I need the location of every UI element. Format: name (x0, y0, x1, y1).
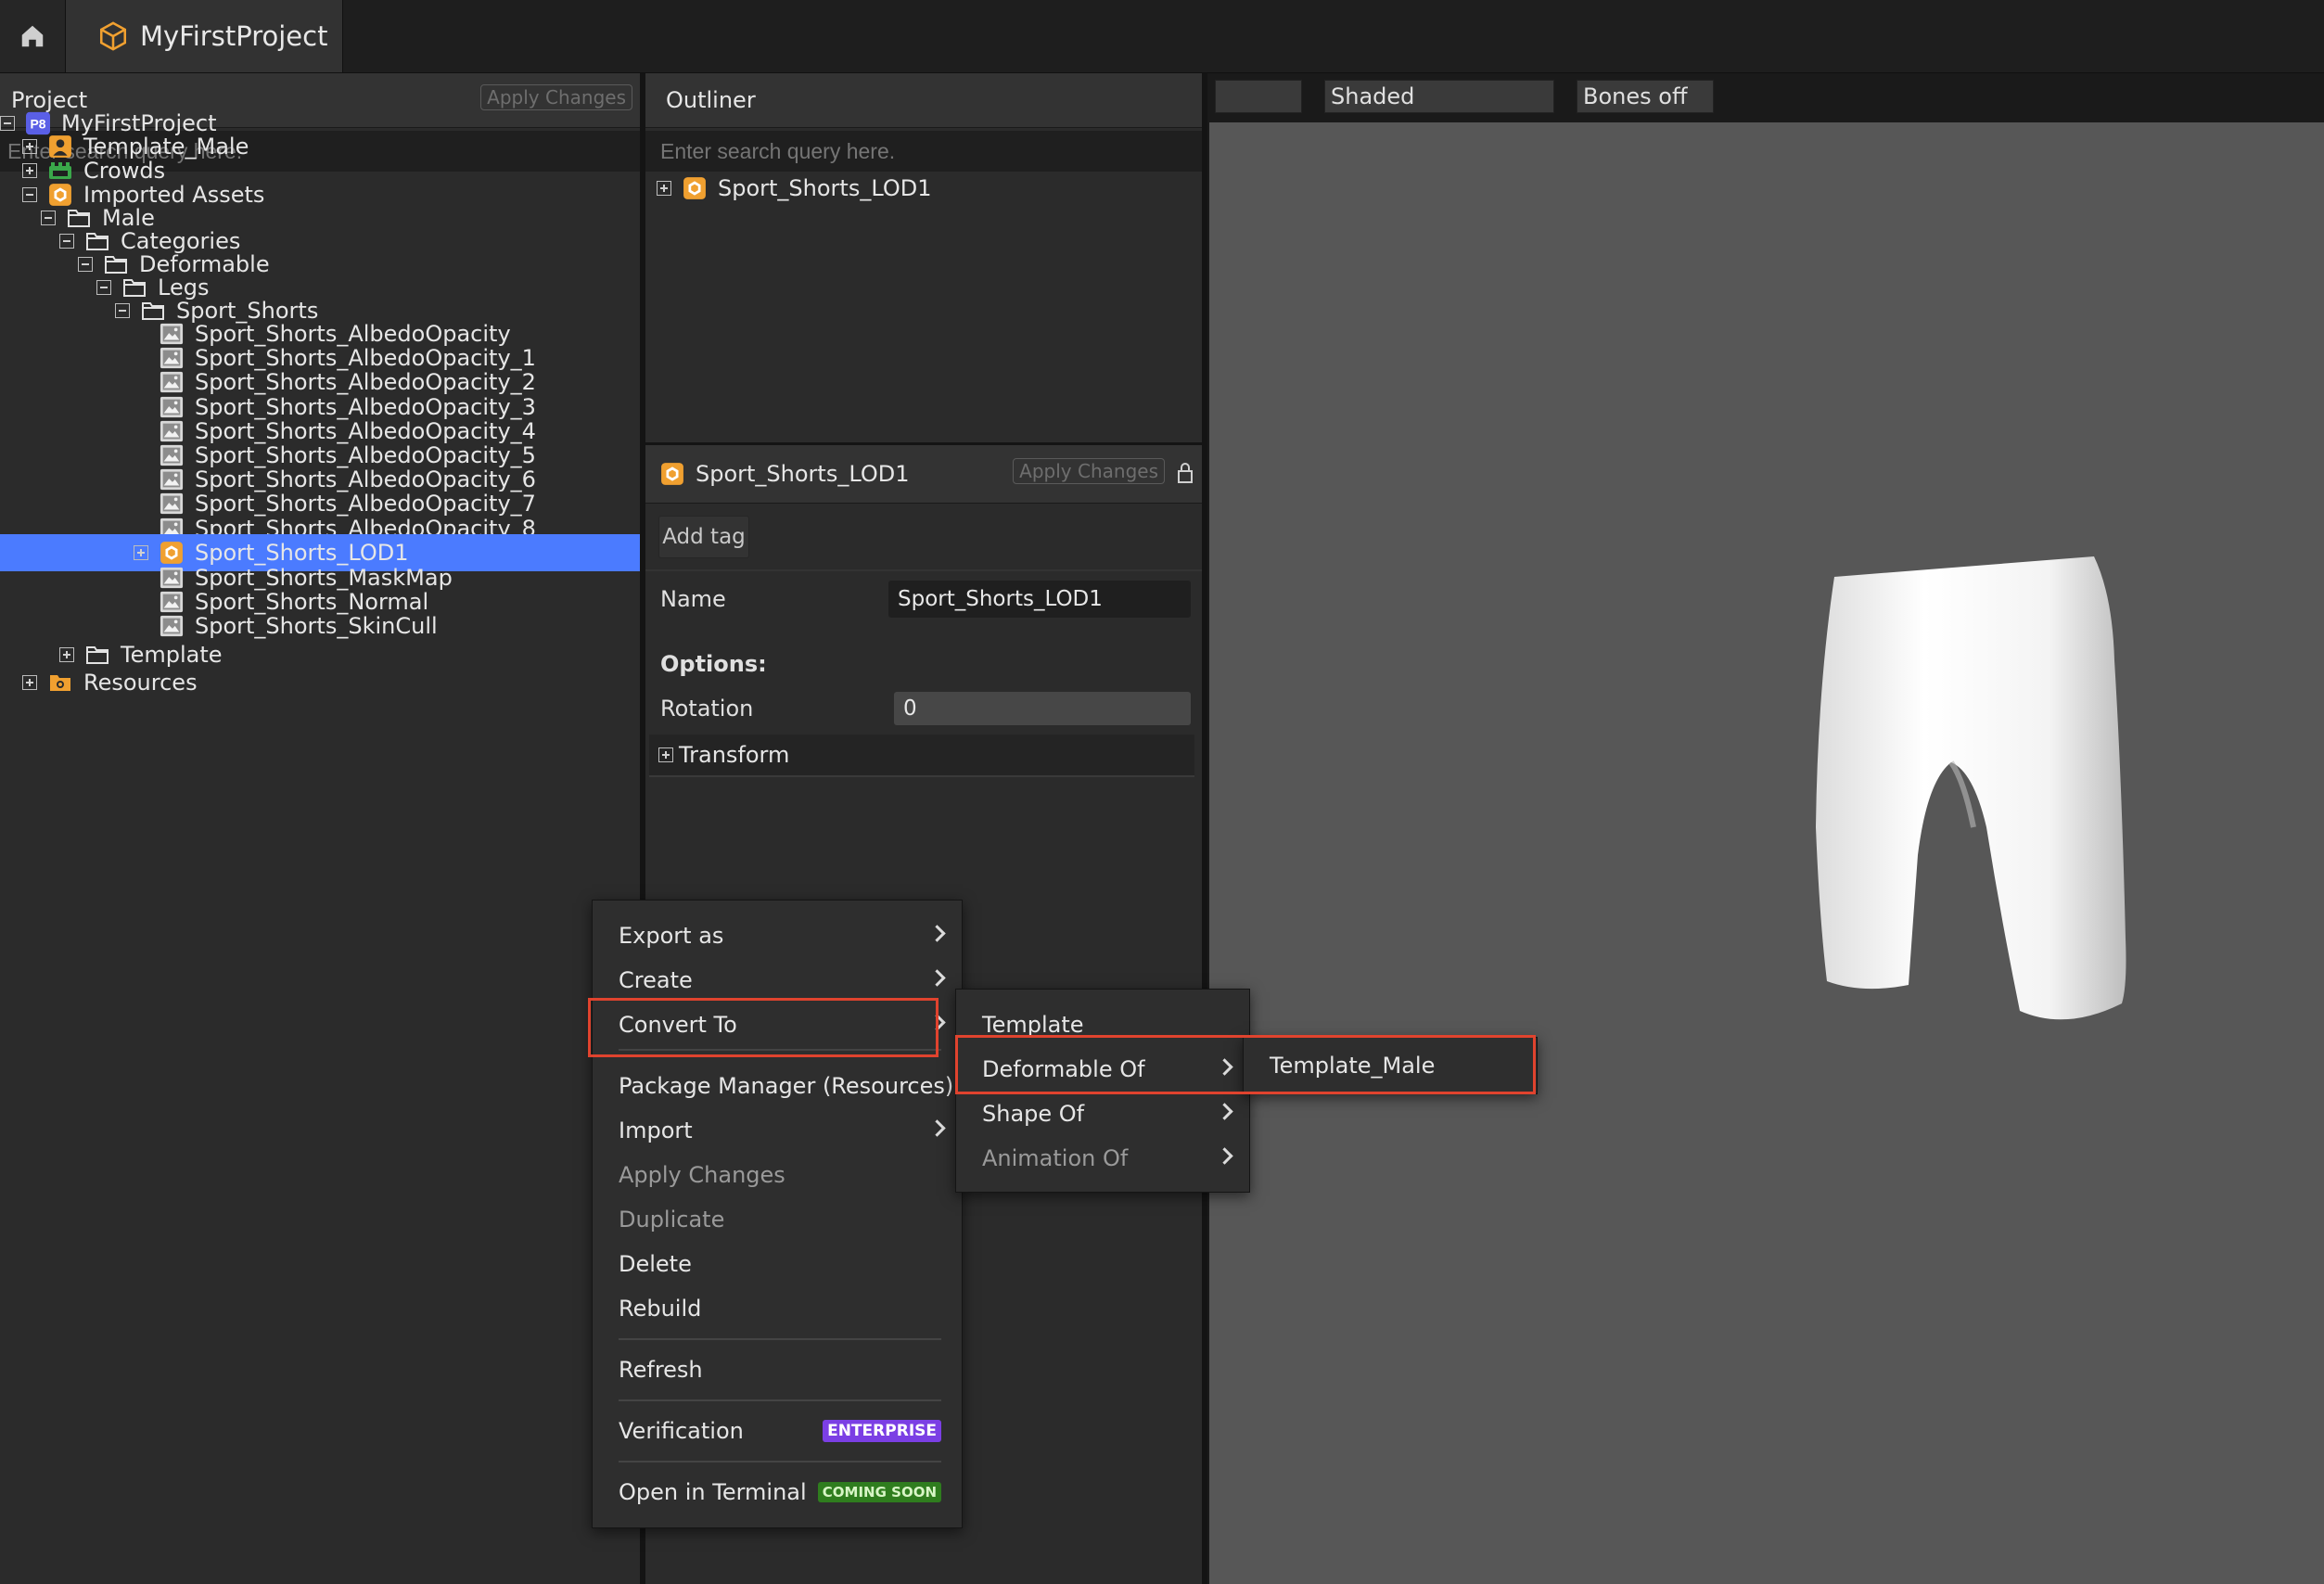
menu-item-apply-changes[interactable]: Apply Changes (593, 1155, 962, 1195)
outliner-item[interactable]: Sport_Shorts_LOD1 (645, 170, 1202, 207)
project-panel: Project Apply Changes P8MyFirstProjectTe… (0, 73, 773, 1584)
outliner-header: Outliner (645, 73, 1202, 128)
tree-item[interactable]: Resources (0, 664, 662, 701)
resources-icon (48, 671, 72, 695)
expand-toggle[interactable] (657, 181, 671, 196)
cube-icon (99, 21, 127, 51)
outliner-search-input[interactable] (645, 131, 1202, 172)
tree-item-label: Sport_Shorts_SkinCull (195, 613, 438, 639)
menu-item-package-manager-resources[interactable]: Package Manager (Resources) (593, 1066, 962, 1106)
menu-item-convert-to[interactable]: Convert To (593, 1004, 962, 1045)
expand-toggle[interactable] (658, 747, 673, 762)
menu-item-delete[interactable]: Delete (593, 1244, 962, 1284)
menu-item-label: Template (982, 1012, 1084, 1038)
outliner-item-label: Sport_Shorts_LOD1 (718, 175, 932, 201)
project-tab-title: MyFirstProject (140, 20, 328, 52)
name-label: Name (660, 586, 726, 612)
menu-item-label: Import (619, 1118, 693, 1143)
menu-item-label: Refresh (619, 1357, 703, 1383)
menu-item-label: Delete (619, 1251, 692, 1277)
viewport-canvas[interactable] (1209, 122, 2324, 1584)
shading-dropdown[interactable]: Shaded (1324, 80, 1554, 113)
project-tab[interactable]: MyFirstProject (66, 0, 343, 72)
chevron-right-icon (928, 925, 946, 942)
shorts-3d-model[interactable] (1788, 549, 2215, 1105)
lock-icon[interactable] (1176, 462, 1194, 484)
bones-toggle[interactable]: Bones off (1577, 80, 1714, 113)
menu-separator (619, 1399, 941, 1401)
menu-item-label: Duplicate (619, 1207, 725, 1233)
menu-item-label: Create (619, 967, 693, 993)
menu-item-template-male[interactable]: Template_Male (1244, 1045, 1537, 1086)
rotation-field[interactable]: 0 (894, 692, 1191, 725)
project-tree: P8 MyFirstProject Template_Male Crowds Impor… (0, 73, 773, 1584)
menu-item-label: Deformable Of (982, 1056, 1145, 1082)
properties-header: Sport_Shorts_LOD1 Apply Changes (645, 445, 1202, 504)
chevron-right-icon (1216, 1058, 1233, 1076)
chevron-right-icon (928, 1014, 946, 1031)
deformable-of-submenu: Template_Male (1243, 1037, 1538, 1094)
menu-separator (619, 1049, 941, 1051)
outliner-title: Outliner (666, 87, 756, 113)
menu-badge: ENTERPRISE (823, 1420, 941, 1442)
transform-section[interactable]: Transform (649, 735, 1194, 777)
menu-item-rebuild[interactable]: Rebuild (593, 1288, 962, 1329)
menu-item-duplicate[interactable]: Duplicate (593, 1199, 962, 1240)
menu-separator (619, 1461, 941, 1463)
image-icon (160, 614, 184, 638)
chevron-right-icon (928, 969, 946, 987)
menu-item-open-in-terminal[interactable]: Open in Terminal COMING SOON (593, 1472, 962, 1513)
outliner-panel: Outliner Sport_Shorts_LOD1 (645, 73, 1202, 444)
menu-item-label: Animation Of (982, 1145, 1129, 1171)
top-bar (0, 0, 2324, 73)
menu-item-label: Rebuild (619, 1296, 702, 1322)
chevron-right-icon (928, 1119, 946, 1137)
menu-item-label: Apply Changes (619, 1162, 785, 1188)
menu-item-export-as[interactable]: Export as (593, 915, 962, 956)
menu-item-label: Export as (619, 923, 724, 949)
tree-item-label: Resources (83, 670, 198, 696)
context-menu: Export as Create Convert To Package Manager… (592, 900, 963, 1528)
options-heading: Options: (660, 651, 767, 677)
menu-item-import[interactable]: Import (593, 1110, 962, 1151)
home-button[interactable] (0, 0, 66, 72)
convert-to-submenu: Template Deformable Of Shape Of Animation O… (955, 989, 1250, 1193)
camera-dropdown[interactable] (1215, 80, 1302, 113)
chevron-right-icon (1216, 1147, 1233, 1165)
expand-toggle[interactable] (59, 647, 74, 662)
add-tag-button[interactable]: Add tag (658, 516, 749, 558)
properties-asset-name: Sport_Shorts_LOD1 (696, 461, 910, 487)
rotation-label: Rotation (660, 696, 754, 722)
mesh-asset-icon (660, 462, 684, 486)
menu-badge: COMING SOON (817, 1482, 941, 1502)
menu-item-animation-of[interactable]: Animation Of (956, 1138, 1249, 1179)
menu-item-label: Shape Of (982, 1101, 1085, 1127)
chevron-right-icon (1216, 1103, 1233, 1120)
menu-item-create[interactable]: Create (593, 960, 962, 1001)
menu-item-verification[interactable]: Verification ENTERPRISE (593, 1411, 962, 1451)
menu-item-label: Convert To (619, 1012, 737, 1038)
properties-divider (645, 569, 1202, 571)
name-field[interactable]: Sport_Shorts_LOD1 (888, 581, 1191, 618)
menu-item-refresh[interactable]: Refresh (593, 1349, 962, 1390)
menu-item-label: Verification (619, 1418, 744, 1444)
menu-item-template[interactable]: Template (956, 1004, 1249, 1045)
properties-apply-changes-button[interactable]: Apply Changes (1013, 458, 1165, 484)
menu-item-deformable-of[interactable]: Deformable Of (956, 1049, 1249, 1090)
menu-separator (619, 1338, 941, 1340)
transform-label: Transform (679, 742, 790, 768)
menu-item-label: Open in Terminal (619, 1479, 807, 1505)
expand-toggle[interactable] (134, 545, 148, 560)
menu-item-label: Package Manager (Resources) (619, 1073, 954, 1099)
menu-item-label: Template_Male (1270, 1053, 1436, 1079)
menu-item-shape-of[interactable]: Shape Of (956, 1093, 1249, 1134)
home-icon (21, 25, 44, 47)
mesh-asset-icon (683, 176, 707, 200)
expand-toggle[interactable] (22, 675, 37, 690)
